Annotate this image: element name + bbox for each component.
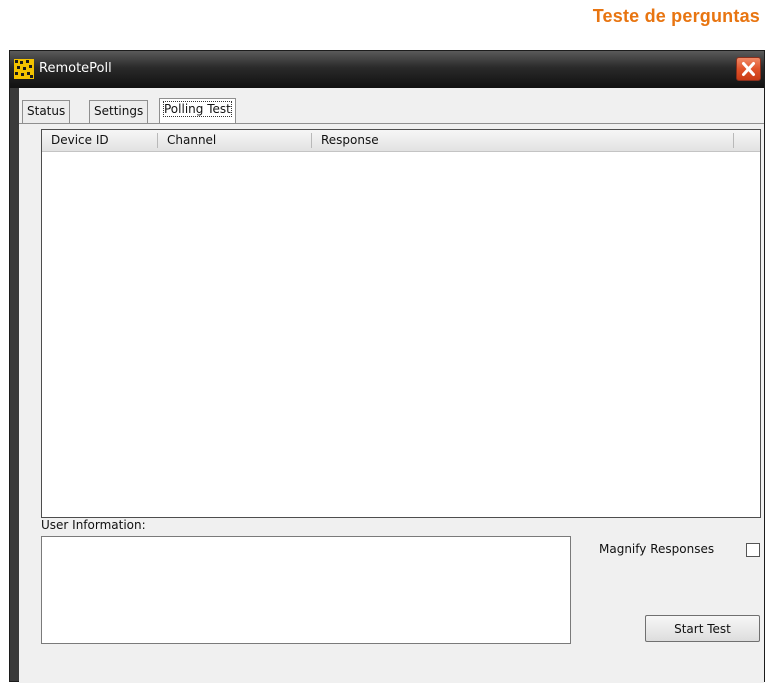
magnify-responses-label: Magnify Responses bbox=[599, 542, 715, 556]
remotepoll-window: RemotePoll Status Settings Polling Test … bbox=[9, 50, 765, 683]
user-information-field[interactable] bbox=[41, 536, 571, 644]
tab-status-label: Status bbox=[27, 104, 66, 118]
document-heading: Teste de perguntas bbox=[592, 6, 760, 26]
window-client-area: Status Settings Polling Test Device ID C… bbox=[19, 88, 764, 683]
column-header-response[interactable]: Response bbox=[312, 130, 732, 151]
user-information-label: User Information: bbox=[41, 518, 146, 532]
close-button[interactable] bbox=[736, 57, 761, 81]
tab-polling-test-label: Polling Test bbox=[163, 101, 232, 117]
results-list[interactable]: Device ID Channel Response bbox=[41, 129, 761, 518]
tab-settings[interactable]: Settings bbox=[89, 100, 149, 123]
magnify-responses-checkbox[interactable] bbox=[746, 543, 760, 557]
window-title: RemotePoll bbox=[39, 61, 112, 76]
column-divider[interactable] bbox=[733, 133, 734, 148]
column-header-channel[interactable]: Channel bbox=[158, 130, 311, 151]
remotepoll-app-icon bbox=[14, 59, 34, 79]
start-test-button[interactable]: Start Test bbox=[645, 615, 760, 642]
polling-test-panel: Device ID Channel Response User Informat… bbox=[19, 123, 764, 683]
tab-settings-label: Settings bbox=[94, 104, 144, 118]
column-header-device-id[interactable]: Device ID bbox=[42, 130, 157, 151]
close-icon bbox=[742, 62, 755, 76]
tab-polling-test[interactable]: Polling Test bbox=[159, 98, 236, 124]
title-bar[interactable]: RemotePoll bbox=[10, 51, 764, 88]
tab-status[interactable]: Status bbox=[22, 100, 71, 123]
results-list-header: Device ID Channel Response bbox=[42, 130, 760, 152]
